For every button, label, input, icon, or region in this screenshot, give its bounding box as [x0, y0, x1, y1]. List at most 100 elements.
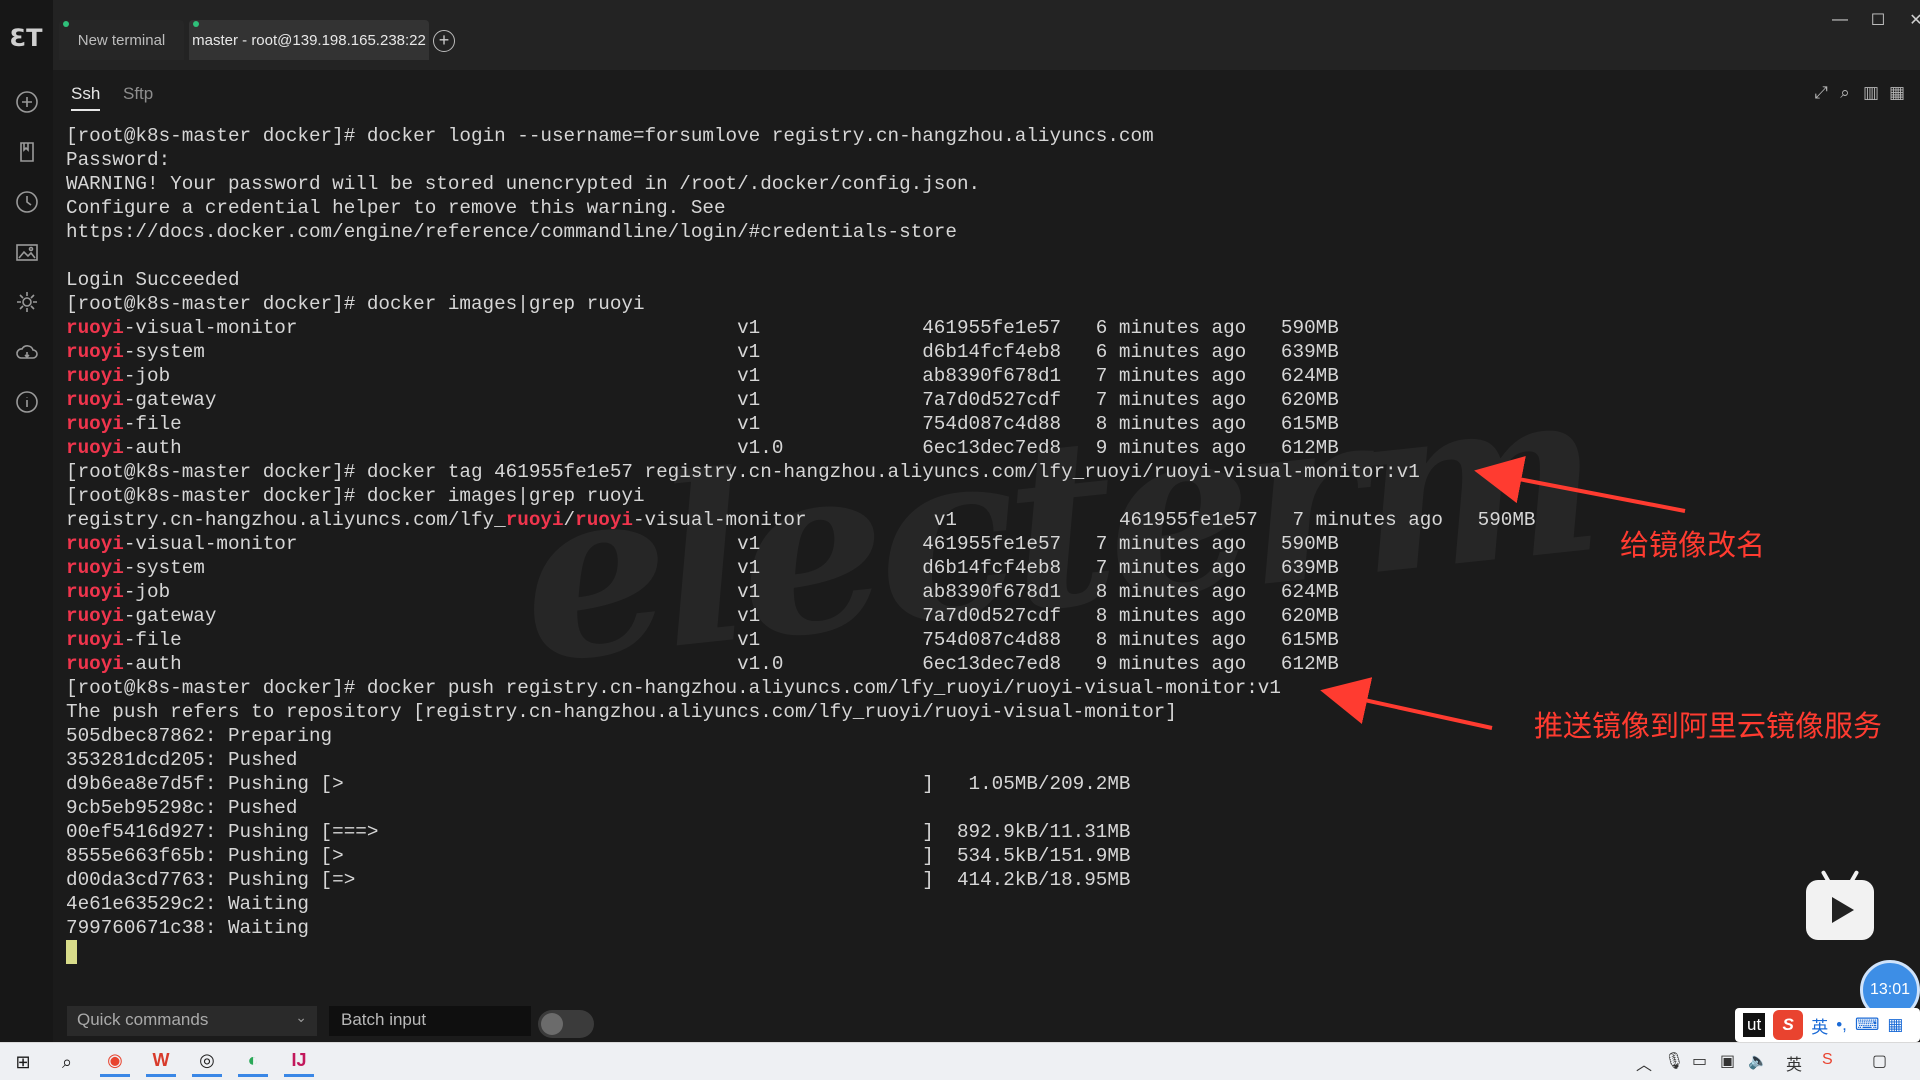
terminal-line: ruoyi-system v1 d6b14fcf4eb8 6 minutes a…: [66, 340, 1886, 364]
terminal-text: d00da3cd7763: Pushing [=> ] 414.2kB/18.9…: [66, 869, 1131, 891]
terminal-line: 353281dcd205: Pushed: [66, 748, 1886, 772]
terminal-text: [root@k8s-master docker]# docker images|…: [66, 485, 645, 507]
tab-sftp[interactable]: Sftp: [123, 84, 153, 104]
terminal-line: Password:: [66, 148, 1886, 172]
history-icon[interactable]: [0, 180, 53, 224]
split-vertical-icon[interactable]: ▥: [1861, 83, 1881, 103]
highlight-match: ruoyi: [66, 653, 124, 675]
keyboard-icon[interactable]: ⌨: [1855, 1015, 1880, 1035]
tab-label: New terminal: [77, 31, 166, 49]
microphone-icon[interactable]: 🎙: [1664, 1051, 1684, 1071]
settings-icon[interactable]: [0, 280, 53, 324]
terminal-line: https://docs.docker.com/engine/reference…: [66, 220, 1886, 244]
terminal-text: 353281dcd205: Pushed: [66, 749, 298, 771]
video-play-icon[interactable]: [1806, 869, 1874, 940]
highlight-match: ruoyi: [66, 341, 124, 363]
grid-menu-icon[interactable]: ▦: [1887, 1015, 1903, 1035]
terminal-text: https://docs.docker.com/engine/reference…: [66, 221, 957, 243]
highlight-match: ruoyi: [66, 581, 124, 603]
status-dot: [63, 21, 69, 27]
highlight-match: ruoyi: [66, 605, 124, 627]
terminal-text: -auth v1.0 6ec13dec7ed8 9 minutes ago 61…: [123, 653, 1339, 675]
volume-icon[interactable]: 🔈: [1748, 1051, 1768, 1071]
highlight-match: ruoyi: [66, 629, 124, 651]
terminal-line: [root@k8s-master docker]# docker push re…: [66, 676, 1886, 700]
terminal-text: The push refers to repository [registry.…: [66, 701, 1177, 723]
terminal-line: [root@k8s-master docker]# docker images|…: [66, 484, 1886, 508]
battery-icon[interactable]: ▭: [1692, 1051, 1707, 1071]
chevron-up-icon[interactable]: ︿: [1636, 1051, 1652, 1075]
tab-master-session[interactable]: master - root@139.198.165.238:22: [189, 20, 429, 60]
terminal-prompt-line: [66, 940, 1886, 964]
terminal-text: [root@k8s-master docker]# docker push re…: [66, 677, 1281, 699]
tab-new-terminal[interactable]: New terminal: [59, 20, 184, 60]
tray-language-icon[interactable]: 英: [1786, 1051, 1802, 1075]
tab-label: master - root@139.198.165.238:22: [192, 31, 426, 49]
highlight-match: ruoyi: [66, 413, 124, 435]
maximize-icon[interactable]: ☐: [1859, 4, 1897, 36]
terminal-text: WARNING! Your password will be stored un…: [66, 173, 981, 195]
terminal-line: 8555e663f65b: Pushing [> ] 534.5kB/151.9…: [66, 844, 1886, 868]
ime-language[interactable]: 英: [1811, 1013, 1828, 1038]
add-tab-icon[interactable]: +: [433, 30, 455, 52]
sogou-icon: S: [1773, 1010, 1804, 1040]
ime-mode-text: ut: [1743, 1013, 1766, 1037]
quick-commands-select[interactable]: Quick commands ⌄: [67, 1006, 317, 1036]
chat-app-icon[interactable]: ◐: [238, 1047, 268, 1077]
batch-input-placeholder: Batch input: [341, 1010, 427, 1029]
terminal-line: 00ef5416d927: Pushing [===> ] 892.9kB/11…: [66, 820, 1886, 844]
terminal-text: -visual-monitor v1 461955fe1e57 7 minute…: [632, 509, 1536, 531]
fullscreen-icon[interactable]: ⤢: [1811, 83, 1831, 103]
terminal-output[interactable]: [root@k8s-master docker]# docker login -…: [66, 124, 1886, 964]
terminal-line: 799760671c38: Waiting: [66, 916, 1886, 940]
tab-ssh[interactable]: Ssh: [71, 84, 101, 111]
terminal-line: [root@k8s-master docker]# docker tag 461…: [66, 460, 1886, 484]
terminal-text: -gateway v1 7a7d0d527cdf 8 minutes ago 6…: [123, 605, 1339, 627]
punctuation-icon[interactable]: •,: [1836, 1015, 1847, 1035]
search-icon[interactable]: ⌕: [1835, 83, 1855, 103]
terminal-line: WARNING! Your password will be stored un…: [66, 172, 1886, 196]
terminal-line: registry.cn-hangzhou.aliyuncs.com/lfy_ru…: [66, 508, 1886, 532]
intellij-icon[interactable]: IJ: [284, 1047, 314, 1077]
terminal-text: d9b6ea8e7d5f: Pushing [> ] 1.05MB/209.2M…: [66, 773, 1131, 795]
app-logo[interactable]: ƐT: [6, 24, 46, 54]
terminal-line: ruoyi-visual-monitor v1 461955fe1e57 7 m…: [66, 532, 1886, 556]
chrome-icon[interactable]: ◉: [100, 1047, 130, 1077]
terminal-text: -job v1 ab8390f678d1 8 minutes ago 624MB: [123, 581, 1339, 603]
highlight-match: ruoyi: [66, 389, 124, 411]
highlight-match: ruoyi: [66, 365, 124, 387]
info-icon[interactable]: [0, 380, 53, 424]
search-icon[interactable]: ⌕: [52, 1047, 82, 1077]
annotation-push: 推送镜像到阿里云镜像服务: [1534, 709, 1883, 743]
terminal-text: /: [563, 509, 576, 531]
terminal-text: -file v1 754d087c4d88 8 minutes ago 615M…: [123, 629, 1339, 651]
terminal-line: d9b6ea8e7d5f: Pushing [> ] 1.05MB/209.2M…: [66, 772, 1886, 796]
cloud-icon[interactable]: [0, 330, 53, 374]
terminal-line: [root@k8s-master docker]# docker login -…: [66, 124, 1886, 148]
network-icon[interactable]: ▣: [1720, 1051, 1735, 1071]
batch-input[interactable]: Batch input: [329, 1006, 531, 1036]
add-icon[interactable]: [0, 80, 53, 124]
bookmark-icon[interactable]: [0, 130, 53, 174]
terminal-line: ruoyi-job v1 ab8390f678d1 8 minutes ago …: [66, 580, 1886, 604]
terminal-text: -auth v1.0 6ec13dec7ed8 9 minutes ago 61…: [123, 437, 1339, 459]
ime-toolbar[interactable]: ut S 英 •, ⌨ ▦: [1735, 1008, 1920, 1042]
close-icon[interactable]: ✕: [1897, 4, 1920, 36]
terminal-text: -job v1 ab8390f678d1 7 minutes ago 624MB: [123, 365, 1339, 387]
batch-toggle[interactable]: [538, 1010, 594, 1038]
windows-start-icon[interactable]: ⊞: [8, 1047, 38, 1077]
terminal-line: 4e61e63529c2: Waiting: [66, 892, 1886, 916]
sogou-tray-icon[interactable]: S: [1822, 1051, 1833, 1069]
electerm-taskbar-icon[interactable]: ◎: [192, 1047, 222, 1077]
terminal-line: ruoyi-auth v1.0 6ec13dec7ed8 9 minutes a…: [66, 652, 1886, 676]
image-icon[interactable]: [0, 230, 53, 274]
grid-layout-icon[interactable]: ▦: [1887, 83, 1907, 103]
terminal-line: Configure a credential helper to remove …: [66, 196, 1886, 220]
wps-icon[interactable]: W: [146, 1047, 176, 1077]
minimize-icon[interactable]: —: [1821, 4, 1859, 36]
highlight-match: ruoyi: [505, 509, 564, 531]
terminal-line: ruoyi-job v1 ab8390f678d1 7 minutes ago …: [66, 364, 1886, 388]
notification-icon[interactable]: ▢: [1872, 1051, 1887, 1071]
terminal-line: ruoyi-gateway v1 7a7d0d527cdf 7 minutes …: [66, 388, 1886, 412]
